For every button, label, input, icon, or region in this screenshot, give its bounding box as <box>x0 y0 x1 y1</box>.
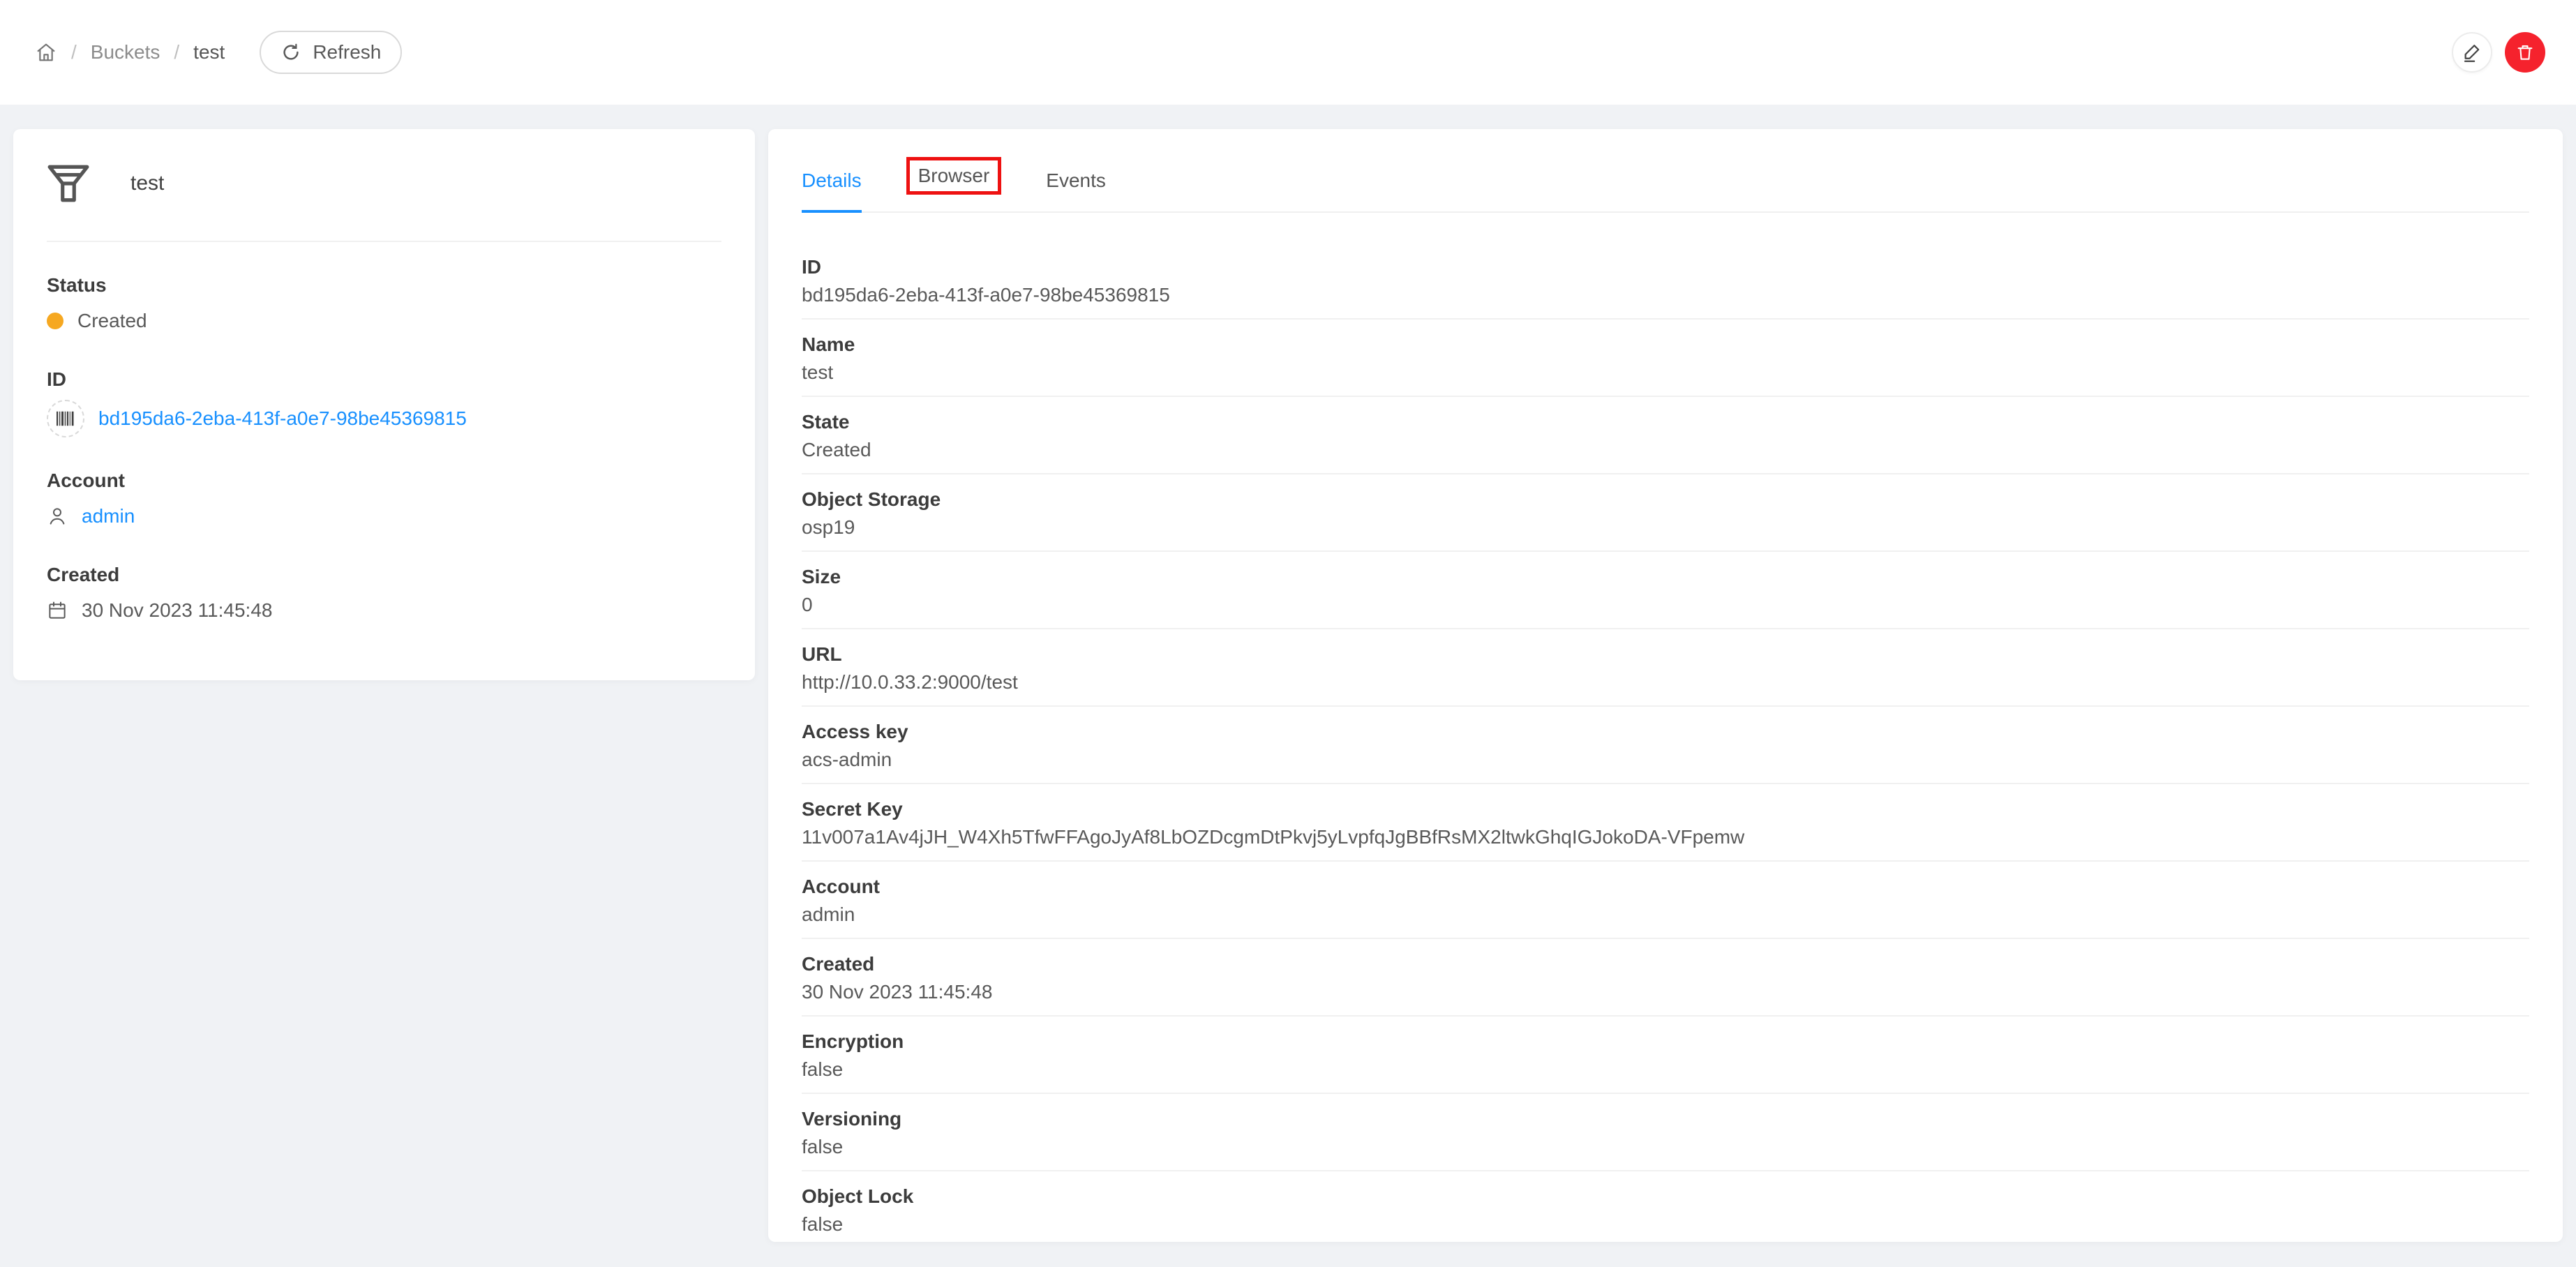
bucket-funnel-icon <box>47 164 90 203</box>
detail-value: 30 Nov 2023 11:45:48 <box>802 981 993 1003</box>
detail-row: Created 30 Nov 2023 11:45:48 <box>802 939 2529 1017</box>
detail-row: Size 0 <box>802 552 2529 629</box>
detail-label: State <box>802 411 850 433</box>
trash-icon <box>2515 43 2535 62</box>
detail-label: Versioning <box>802 1108 902 1130</box>
detail-label: Account <box>802 876 880 897</box>
detail-row: Name test <box>802 320 2529 397</box>
header-actions <box>2452 32 2545 73</box>
account-link[interactable]: admin <box>82 505 135 527</box>
refresh-icon <box>280 42 301 63</box>
detail-label: Object Storage <box>802 488 941 510</box>
breadcrumb-separator: / <box>71 41 77 63</box>
created-value: 30 Nov 2023 11:45:48 <box>82 599 273 621</box>
detail-row: Account admin <box>802 862 2529 939</box>
tab-details[interactable]: Details <box>802 167 862 213</box>
resource-head: test <box>47 164 721 203</box>
detail-label: ID <box>802 256 821 278</box>
detail-panel: Details Browser Events ID bd195da6-2eba-4… <box>768 129 2563 1242</box>
tab-browser-label: Browser <box>918 165 990 186</box>
id-link[interactable]: bd195da6-2eba-413f-a0e7-98be45369815 <box>98 407 467 430</box>
detail-label: Access key <box>802 721 908 742</box>
detail-value: test <box>802 361 834 383</box>
divider <box>47 241 721 242</box>
detail-value: acs-admin <box>802 749 892 770</box>
detail-label: Name <box>802 333 855 355</box>
tab-browser[interactable]: Browser <box>906 157 1002 211</box>
breadcrumb-separator: / <box>174 41 180 63</box>
id-label: ID <box>47 368 66 390</box>
created-label: Created <box>47 564 120 585</box>
detail-row: Object Storage osp19 <box>802 474 2529 552</box>
delete-button[interactable] <box>2505 32 2545 73</box>
info-card: test Status Created ID bd195da6-2eba-413… <box>13 129 755 680</box>
detail-value: false <box>802 1058 844 1080</box>
tab-details-label: Details <box>802 170 862 191</box>
breadcrumb: / Buckets / test Refresh <box>35 31 403 74</box>
detail-row: Encryption false <box>802 1017 2529 1094</box>
detail-row: Access key acs-admin <box>802 707 2529 784</box>
detail-value: false <box>802 1136 844 1157</box>
account-label: Account <box>47 470 125 491</box>
tab-events[interactable]: Events <box>1046 167 1106 211</box>
detail-label: Size <box>802 566 841 587</box>
user-icon <box>47 506 68 527</box>
annotation-box: Browser <box>906 157 1002 195</box>
app-header: / Buckets / test Refresh <box>0 0 2576 105</box>
resource-title: test <box>130 172 165 195</box>
status-dot <box>47 313 63 329</box>
detail-value: Created <box>802 439 871 460</box>
detail-row: Versioning false <box>802 1094 2529 1171</box>
breadcrumb-item-buckets[interactable]: Buckets <box>91 41 160 63</box>
home-icon[interactable] <box>35 41 57 63</box>
detail-row: ID bd195da6-2eba-413f-a0e7-98be45369815 <box>802 242 2529 320</box>
detail-label: Created <box>802 953 875 975</box>
detail-label: URL <box>802 643 842 665</box>
detail-row: URL http://10.0.33.2:9000/test <box>802 629 2529 707</box>
status-label: Status <box>47 274 107 296</box>
status-section: Status Created <box>47 271 721 336</box>
details-list: ID bd195da6-2eba-413f-a0e7-98be45369815 Na… <box>802 213 2529 1247</box>
detail-row: Object Lock false <box>802 1171 2529 1247</box>
detail-label: Encryption <box>802 1030 904 1052</box>
pencil-icon <box>2462 42 2483 63</box>
detail-row: State Created <box>802 397 2529 474</box>
status-value: Created <box>77 310 147 331</box>
detail-value: 11v007a1Av4jJH_W4Xh5TfwFFAgoJyAf8LbOZDcg… <box>802 826 1745 848</box>
tab-events-label: Events <box>1046 170 1106 191</box>
detail-value: http://10.0.33.2:9000/test <box>802 671 1018 693</box>
account-section: Account admin <box>47 467 721 532</box>
detail-value: bd195da6-2eba-413f-a0e7-98be45369815 <box>802 284 1170 306</box>
detail-value: false <box>802 1213 844 1235</box>
id-section: ID bd195da6-2eba-413f-a0e7-98be45369815 <box>47 366 721 437</box>
detail-value: admin <box>802 904 855 925</box>
refresh-button[interactable]: Refresh <box>260 31 403 74</box>
barcode-icon[interactable] <box>47 400 84 437</box>
detail-label: Object Lock <box>802 1185 914 1207</box>
created-section: Created 30 Nov 2023 11:45:48 <box>47 561 721 626</box>
refresh-label: Refresh <box>313 41 382 63</box>
detail-label: Secret Key <box>802 798 903 820</box>
detail-row: Secret Key 11v007a1Av4jJH_W4Xh5TfwFFAgoJy… <box>802 784 2529 862</box>
detail-value: 0 <box>802 594 813 615</box>
calendar-icon <box>47 600 68 621</box>
tab-bar: Details Browser Events <box>802 129 2529 213</box>
detail-value: osp19 <box>802 516 855 538</box>
breadcrumb-item-current: test <box>193 41 225 63</box>
edit-button[interactable] <box>2452 32 2492 73</box>
